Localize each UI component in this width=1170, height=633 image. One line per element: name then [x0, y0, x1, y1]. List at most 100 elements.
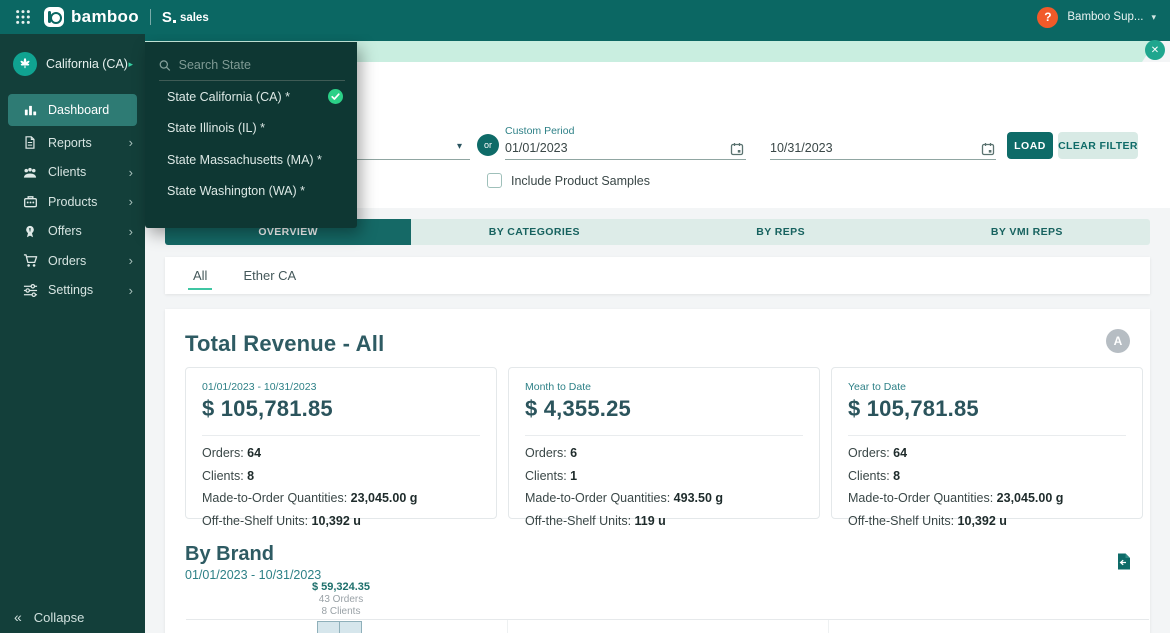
tab-by-reps[interactable]: BY REPS	[657, 219, 904, 245]
calendar-icon[interactable]	[981, 142, 995, 161]
revenue-card-ytd: Year to Date $ 105,781.85 Orders: 64 Cli…	[831, 367, 1143, 528]
clients-stat: Clients: 8	[848, 468, 901, 483]
brand-subtabs: All Ether CA	[165, 257, 1150, 294]
anchor-badge[interactable]: A	[1106, 329, 1130, 353]
sidebar-item-products[interactable]: Products ›	[0, 187, 145, 217]
by-brand-title: By Brand	[185, 543, 274, 565]
card-divider	[202, 435, 480, 436]
sidebar-item-clients[interactable]: Clients ›	[0, 158, 145, 188]
by-brand-period: 01/01/2023 - 10/31/2023	[185, 568, 322, 582]
card-divider	[848, 435, 1126, 436]
brand-bar[interactable]	[317, 621, 340, 633]
banner-close-icon[interactable]: ✕	[1145, 40, 1165, 60]
sidebar-item-reports[interactable]: Reports ›	[0, 128, 145, 158]
user-menu[interactable]: ? Bamboo Sup... ▾	[1037, 6, 1156, 28]
overview-card: Total Revenue - All A 01/01/2023 - 10/31…	[165, 309, 1150, 633]
ots-stat: Off-the-Shelf Units: 10,392 u	[848, 513, 1007, 528]
bar-value-labels: $ 59,324.35 43 Orders 8 Clients	[281, 581, 401, 617]
app-grid-icon[interactable]	[14, 8, 32, 26]
sidebar: California (CA) ▸ Dashboard Reports › Cl…	[0, 34, 145, 633]
sidebar-item-settings[interactable]: Settings ›	[0, 276, 145, 306]
state-search-input[interactable]	[178, 58, 345, 72]
revenue-card-mtd: Month to Date $ 4,355.25 Orders: 6 Clien…	[508, 367, 820, 528]
custom-period-label: Custom Period	[505, 125, 575, 137]
revenue-cards: 01/01/2023 - 10/31/2023 $ 105,781.85 Ord…	[185, 367, 1143, 528]
app-root: bamboo S sales ? Bamboo Sup... ▾ Califor…	[0, 0, 1170, 633]
mto-stat: Made-to-Order Quantities: 23,045.00 g	[848, 491, 1064, 505]
card-period-label: Year to Date	[848, 381, 906, 393]
sidebar-item-offers[interactable]: Offers ›	[0, 217, 145, 247]
chevron-right-icon: ›	[128, 194, 133, 210]
sidebar-item-label: Products	[48, 194, 98, 209]
settings-sliders-icon	[22, 283, 38, 298]
bamboo-logo-text: bamboo	[71, 7, 139, 26]
sidebar-collapse-button[interactable]: « Collapse	[14, 609, 84, 625]
dashboard-chart-icon	[22, 103, 38, 118]
state-option-label: State Washington (WA) *	[167, 184, 306, 199]
orders-cart-icon	[22, 253, 38, 268]
sidebar-item-label: Clients	[48, 165, 87, 180]
state-search-row	[159, 58, 345, 81]
clear-filter-button[interactable]: CLEAR FILTER	[1058, 132, 1138, 159]
check-circle-icon	[328, 89, 343, 105]
collapse-label: Collapse	[33, 609, 85, 625]
cannabis-leaf-icon	[13, 52, 37, 76]
state-option-massachusetts[interactable]: State Massachusetts (MA) *	[145, 144, 357, 176]
clients-stat: Clients: 8	[202, 468, 255, 483]
card-period-label: Month to Date	[525, 381, 591, 393]
sidebar-item-label: Settings	[48, 283, 94, 298]
ots-stat: Off-the-Shelf Units: 119 u	[525, 513, 666, 528]
state-option-label: State Illinois (IL) *	[167, 121, 265, 136]
or-separator-badge: or	[477, 134, 499, 156]
brand-bar[interactable]	[339, 621, 362, 633]
search-icon	[159, 59, 171, 71]
report-document-icon	[22, 135, 38, 150]
state-option-label: State Massachusetts (MA) *	[167, 152, 322, 167]
total-revenue-title: Total Revenue - All	[185, 331, 385, 356]
sidebar-state-selector[interactable]: California (CA) ▸	[0, 44, 145, 84]
export-file-icon[interactable]	[1116, 553, 1131, 575]
date-from-underline	[505, 159, 746, 160]
chevron-right-icon: ›	[128, 223, 133, 239]
subtab-ether-ca[interactable]: Ether CA	[243, 257, 296, 294]
state-option-washington[interactable]: State Washington (WA) *	[145, 176, 357, 208]
sales-product-name: sales	[179, 11, 209, 24]
chevron-right-icon: ›	[128, 282, 133, 298]
chevron-right-icon: ›	[128, 253, 133, 269]
bar-clients-label: 8 Clients	[321, 605, 361, 617]
orders-stat: Orders: 6	[525, 446, 578, 460]
user-avatar[interactable]: ?	[1037, 6, 1059, 28]
sidebar-item-label: Reports	[48, 135, 92, 150]
load-button[interactable]: LOAD	[1007, 132, 1053, 159]
period-select-caret-icon[interactable]: ▾	[457, 141, 462, 152]
orders-stat: Orders: 64	[202, 446, 262, 460]
sidebar-item-dashboard[interactable]: Dashboard	[8, 94, 137, 126]
tab-by-categories[interactable]: BY CATEGORIES	[411, 219, 658, 245]
sales-initial: S	[161, 8, 172, 26]
clients-people-icon	[22, 165, 38, 180]
sidebar-item-orders[interactable]: Orders ›	[0, 246, 145, 276]
include-samples-checkbox[interactable]	[487, 173, 502, 188]
bamboo-logo-icon	[44, 7, 64, 27]
date-from-input[interactable]: 01/01/2023	[505, 141, 568, 155]
user-name: Bamboo Sup...	[1067, 11, 1144, 23]
header-divider	[149, 9, 151, 25]
state-option-illinois[interactable]: State Illinois (IL) *	[145, 113, 357, 145]
orders-stat: Orders: 64	[848, 446, 908, 460]
date-to-input[interactable]: 10/31/2023	[770, 141, 833, 155]
tab-by-vmi-reps[interactable]: BY VMI REPS	[903, 219, 1150, 245]
calendar-icon[interactable]	[730, 142, 744, 161]
sidebar-item-label: Orders	[48, 253, 87, 268]
user-menu-caret-icon: ▾	[1151, 11, 1156, 22]
card-amount: $ 105,781.85	[202, 396, 333, 421]
state-option-label: State California (CA) *	[167, 89, 290, 104]
chevron-right-icon: ›	[128, 164, 133, 180]
subtab-all[interactable]: All	[187, 257, 214, 294]
chart-gridline	[828, 620, 829, 633]
top-bar: bamboo S sales ? Bamboo Sup... ▾	[0, 0, 1170, 34]
sales-sub-mark	[172, 19, 176, 23]
sidebar-item-label: Offers	[48, 224, 82, 239]
state-option-california[interactable]: State California (CA) *	[145, 81, 357, 113]
bar-amount-label: $ 59,324.35	[311, 581, 371, 593]
ots-stat: Off-the-Shelf Units: 10,392 u	[202, 513, 361, 528]
